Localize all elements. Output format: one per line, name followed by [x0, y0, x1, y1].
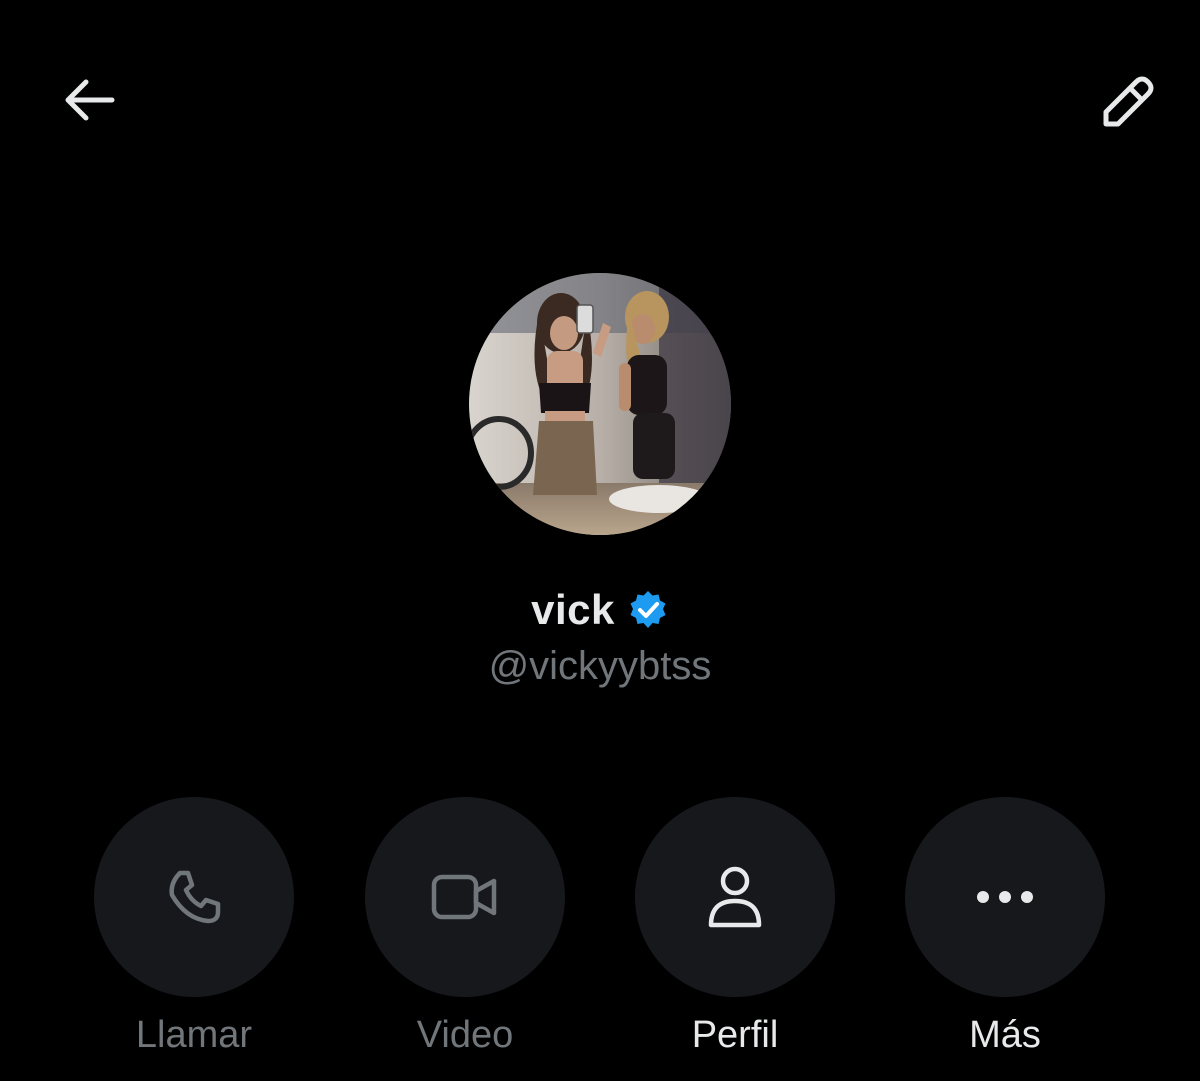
- profile-button[interactable]: Perfil: [635, 797, 835, 1057]
- avatar-photo: [469, 273, 731, 535]
- video-button-circle[interactable]: [365, 797, 565, 997]
- call-button-circle[interactable]: [94, 797, 294, 997]
- username-handle: @vickyybtss: [488, 644, 712, 688]
- more-button-circle[interactable]: [905, 797, 1105, 997]
- edit-button[interactable]: [1082, 62, 1166, 138]
- back-button[interactable]: [52, 68, 124, 132]
- person-icon: [708, 866, 762, 928]
- call-button[interactable]: Llamar: [94, 797, 294, 1057]
- verified-badge-icon: [627, 589, 669, 631]
- call-label: Llamar: [135, 1014, 253, 1056]
- arrow-left-icon: [65, 79, 115, 121]
- avatar[interactable]: [469, 273, 731, 535]
- more-label: Más: [969, 1014, 1041, 1056]
- video-button[interactable]: Video: [365, 797, 565, 1057]
- dm-conversation-info-screen: vick @vickyybtss Llamar Video Perfil Más: [0, 0, 1200, 1081]
- video-camera-icon: [431, 874, 497, 920]
- display-name: vick: [531, 586, 615, 633]
- phone-icon: [169, 870, 221, 924]
- pencil-icon: [1103, 76, 1154, 127]
- video-label: Video: [416, 1014, 514, 1056]
- more-dots-icon: [977, 891, 1033, 903]
- name-row: vick: [0, 586, 1200, 634]
- more-button[interactable]: Más: [905, 797, 1105, 1057]
- profile-label: Perfil: [691, 1014, 779, 1056]
- profile-button-circle[interactable]: [635, 797, 835, 997]
